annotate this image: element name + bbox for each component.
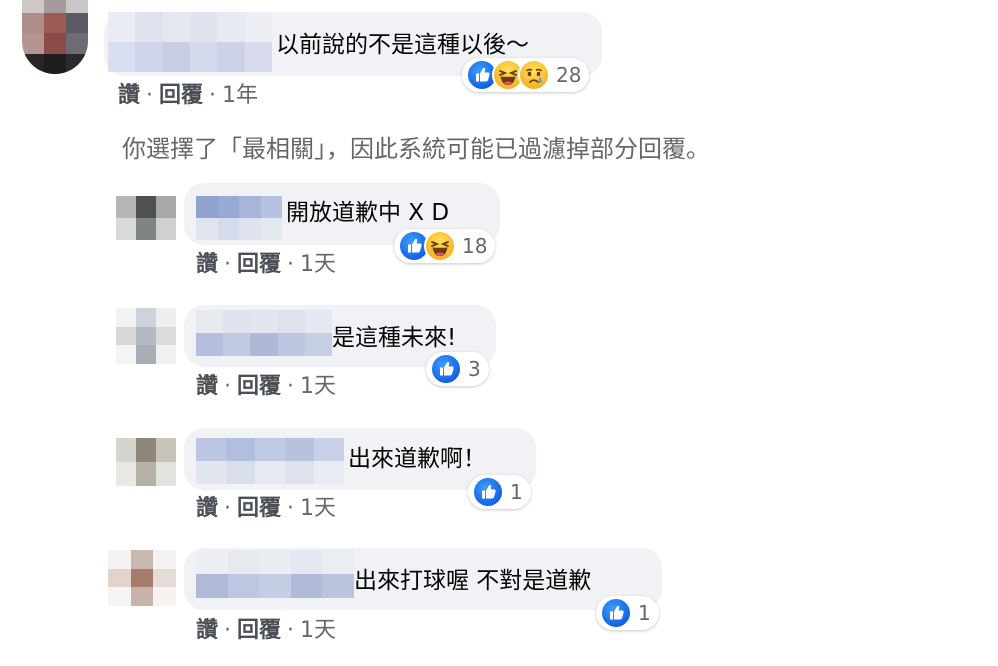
- reply-button[interactable]: 回覆: [159, 83, 203, 108]
- reaction-count: 1: [638, 601, 651, 625]
- avatar[interactable]: [108, 550, 176, 606]
- timestamp[interactable]: 1年: [222, 83, 258, 108]
- comment-text: 以前說的不是這種以後～: [276, 32, 529, 58]
- reaction-summary[interactable]: 1: [596, 596, 659, 630]
- reaction-summary[interactable]: 28: [462, 58, 590, 92]
- reply-button[interactable]: 回覆: [237, 618, 281, 643]
- comment-actions: 讚 · 回覆 · 1天: [196, 252, 337, 277]
- like-icon: [430, 353, 462, 385]
- comment-actions: 讚 · 回覆 · 1天: [196, 618, 337, 643]
- comment-text: 出來道歉啊！: [348, 446, 486, 472]
- reaction-count: 3: [468, 357, 481, 381]
- like-button[interactable]: 讚: [196, 374, 218, 399]
- author-name-blurred[interactable]: [196, 310, 332, 356]
- sad-icon: [518, 59, 550, 91]
- reaction-summary[interactable]: 1: [468, 475, 531, 509]
- timestamp[interactable]: 1天: [300, 252, 336, 277]
- comment-text: 出來打球喔 不對是道歉: [354, 568, 592, 594]
- like-button[interactable]: 讚: [196, 618, 218, 643]
- comment-actions: 讚 · 回覆 · 1天: [196, 374, 337, 399]
- reaction-count: 18: [462, 234, 488, 258]
- avatar[interactable]: [116, 308, 176, 364]
- comment-actions: 讚 · 回覆 · 1年: [118, 83, 259, 108]
- haha-icon: [424, 230, 456, 262]
- reaction-count: 28: [556, 63, 582, 87]
- avatar[interactable]: [22, 0, 88, 74]
- reply-button[interactable]: 回覆: [237, 374, 281, 399]
- reaction-summary[interactable]: 18: [394, 229, 496, 263]
- reply-button[interactable]: 回覆: [237, 252, 281, 277]
- reply-button[interactable]: 回覆: [237, 496, 281, 521]
- timestamp[interactable]: 1天: [300, 374, 336, 399]
- like-icon: [472, 476, 504, 508]
- author-name-blurred[interactable]: [196, 196, 282, 240]
- author-name-blurred[interactable]: [108, 12, 272, 72]
- reaction-count: 1: [510, 480, 523, 504]
- like-button[interactable]: 讚: [118, 83, 140, 108]
- avatar[interactable]: [116, 196, 176, 240]
- timestamp[interactable]: 1天: [300, 496, 336, 521]
- avatar[interactable]: [116, 438, 176, 486]
- timestamp[interactable]: 1天: [300, 618, 336, 643]
- like-button[interactable]: 讚: [196, 252, 218, 277]
- like-icon: [600, 597, 632, 629]
- comment-actions: 讚 · 回覆 · 1天: [196, 496, 337, 521]
- author-name-blurred[interactable]: [196, 550, 354, 598]
- like-button[interactable]: 讚: [196, 496, 218, 521]
- comment-text: 是這種未來!: [332, 325, 457, 351]
- filter-notice: 你選擇了「最相關」，因此系統可能已過濾掉部分回覆。: [122, 135, 710, 163]
- reaction-summary[interactable]: 3: [426, 352, 489, 386]
- comment-text: 開放道歉中 X D: [286, 200, 450, 226]
- author-name-blurred[interactable]: [196, 438, 344, 484]
